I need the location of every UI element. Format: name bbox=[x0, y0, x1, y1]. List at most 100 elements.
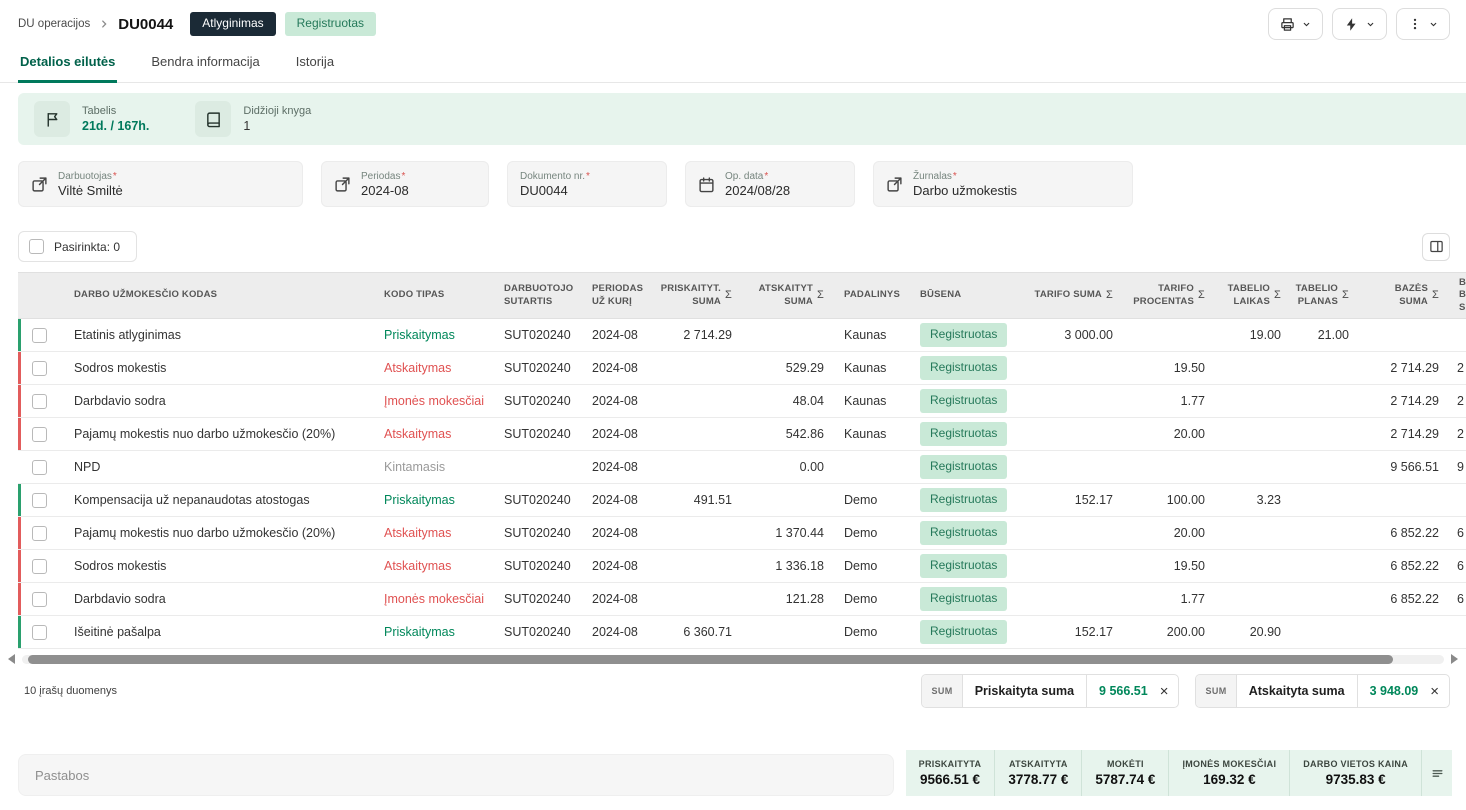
scroll-right-arrow[interactable] bbox=[1451, 654, 1458, 664]
selection-box[interactable]: Pasirinkta: 0 bbox=[18, 231, 137, 262]
scroll-left-arrow[interactable] bbox=[8, 654, 15, 664]
cell-status: Registruotas bbox=[910, 385, 1018, 418]
row-checkbox[interactable] bbox=[32, 427, 47, 442]
more-actions-button[interactable] bbox=[1396, 8, 1450, 40]
tab-istorija[interactable]: Istorija bbox=[294, 44, 336, 83]
row-checkbox[interactable] bbox=[32, 328, 47, 343]
cell-timesheet_time bbox=[1215, 550, 1291, 583]
table-row[interactable]: Kompensacija už nepanaudotas atostogasPr… bbox=[18, 484, 1466, 517]
sum-icon[interactable]: Σ bbox=[817, 288, 824, 302]
scrollbar-track[interactable] bbox=[22, 655, 1444, 664]
sum-icon[interactable]: Σ bbox=[1106, 288, 1113, 302]
column-header-tariff_sum[interactable]: TARIFO SUMAΣ bbox=[1018, 273, 1123, 319]
column-header-timesheet_time[interactable]: TABELIO LAIKASΣ bbox=[1215, 273, 1291, 319]
print-button[interactable] bbox=[1268, 8, 1323, 40]
cell-base_sum: 2 714.29 bbox=[1359, 418, 1449, 451]
sum-icon[interactable]: Σ bbox=[1274, 288, 1281, 302]
cell-timesheet_time bbox=[1215, 517, 1291, 550]
cell-timesheet_time: 20.90 bbox=[1215, 616, 1291, 649]
sum-icon[interactable]: Σ bbox=[1198, 288, 1205, 302]
field-periodas[interactable]: Periodas* 2024-08 bbox=[321, 161, 489, 207]
row-checkbox[interactable] bbox=[32, 394, 47, 409]
column-header-contract[interactable]: DARBUOTOJO SUTARTIS bbox=[494, 273, 582, 319]
total-value: 9735.83 € bbox=[1326, 772, 1386, 787]
total-label: ATSKAITYTA bbox=[1009, 759, 1068, 769]
sum-icon[interactable]: Σ bbox=[1342, 288, 1349, 302]
cell-code: Kompensacija už nepanaudotas atostogas bbox=[64, 484, 374, 517]
sum-icon[interactable]: Σ bbox=[1432, 288, 1439, 302]
row-color-indicator bbox=[18, 550, 21, 582]
table-row[interactable]: Darbdavio sodraĮmonės mokesčiaiSUT020240… bbox=[18, 385, 1466, 418]
sum-chip-atskaityta: SUM Atskaityta suma 3 948.09 × bbox=[1195, 674, 1450, 708]
row-checkbox[interactable] bbox=[32, 559, 47, 574]
breadcrumb-parent[interactable]: DU operacijos bbox=[18, 18, 90, 30]
cell-status: Registruotas bbox=[910, 484, 1018, 517]
ledger-info[interactable]: Didžioji knyga 1 bbox=[195, 101, 311, 137]
field-zurnalas[interactable]: Žurnalas* Darbo užmokestis bbox=[873, 161, 1133, 207]
field-dokumento-nr[interactable]: Dokumento nr.* DU0044 bbox=[507, 161, 667, 207]
table-row[interactable]: Sodros mokestisAtskaitymasSUT0202402024-… bbox=[18, 352, 1466, 385]
close-icon[interactable]: × bbox=[1426, 684, 1449, 699]
open-record-icon[interactable] bbox=[334, 176, 351, 193]
workflow-button[interactable] bbox=[1332, 8, 1387, 40]
row-checkbox[interactable] bbox=[32, 493, 47, 508]
cell-base_sum_2 bbox=[1449, 616, 1466, 649]
column-header-accrued[interactable]: PRISKAITYT. SUMAΣ bbox=[656, 273, 742, 319]
timesheet-info[interactable]: Tabelis 21d. / 167h. bbox=[34, 101, 149, 137]
column-settings-button[interactable] bbox=[1422, 233, 1450, 261]
row-color-indicator bbox=[18, 517, 21, 549]
row-checkbox[interactable] bbox=[32, 526, 47, 541]
open-record-icon[interactable] bbox=[31, 176, 48, 193]
cell-code: Sodros mokestis bbox=[64, 550, 374, 583]
table-row[interactable]: Etatinis atlyginimasPriskaitymasSUT02024… bbox=[18, 319, 1466, 352]
notes-input[interactable] bbox=[33, 767, 879, 784]
column-header-status[interactable]: BŪSENA bbox=[910, 273, 1018, 319]
column-header-base_sum_2[interactable]: BA BR SU bbox=[1449, 273, 1466, 319]
column-header-code[interactable]: DARBO UŽMOKESČIO KODAS bbox=[64, 273, 374, 319]
table-row[interactable]: Išeitinė pašalpaPriskaitymasSUT020240202… bbox=[18, 616, 1466, 649]
cell-base_sum_2: 6 bbox=[1449, 583, 1466, 616]
status-badge: Registruotas bbox=[920, 554, 1007, 577]
cell-contract: SUT020240 bbox=[494, 616, 582, 649]
doc-type-badge: Atlyginimas bbox=[190, 12, 275, 35]
totals-menu-icon[interactable] bbox=[1422, 750, 1452, 796]
table-row[interactable]: Pajamų mokestis nuo darbo užmokesčio (20… bbox=[18, 517, 1466, 550]
cell-timesheet_plan bbox=[1291, 616, 1359, 649]
document-number: DU0044 bbox=[118, 16, 173, 33]
table-row[interactable]: Pajamų mokestis nuo darbo užmokesčio (20… bbox=[18, 418, 1466, 451]
cell-select bbox=[18, 550, 64, 583]
cell-base_sum_2: 2 bbox=[1449, 385, 1466, 418]
notes-box[interactable] bbox=[18, 754, 894, 796]
field-darbuotojas[interactable]: Darbuotojas* Viltė Smiltė bbox=[18, 161, 303, 207]
row-color-indicator bbox=[18, 385, 21, 417]
close-icon[interactable]: × bbox=[1156, 684, 1179, 699]
column-header-department[interactable]: PADALINYS bbox=[834, 273, 910, 319]
sum-icon[interactable]: Σ bbox=[725, 288, 732, 302]
table-row[interactable]: Darbdavio sodraĮmonės mokesčiaiSUT020240… bbox=[18, 583, 1466, 616]
open-record-icon[interactable] bbox=[886, 176, 903, 193]
cell-base_sum: 2 714.29 bbox=[1359, 352, 1449, 385]
row-checkbox[interactable] bbox=[32, 592, 47, 607]
column-header-period[interactable]: PERIODAS UŽ KURĮ bbox=[582, 273, 656, 319]
column-header-type[interactable]: KODO TIPAS bbox=[374, 273, 494, 319]
cell-code: Pajamų mokestis nuo darbo užmokesčio (20… bbox=[64, 517, 374, 550]
field-op-data[interactable]: Op. data* 2024/08/28 bbox=[685, 161, 855, 207]
cell-base_sum_2: 2 bbox=[1449, 418, 1466, 451]
status-badge: Registruotas bbox=[920, 455, 1007, 478]
table-row[interactable]: NPDKintamasis2024-080.00Registruotas9 56… bbox=[18, 451, 1466, 484]
info-value: 21d. / 167h. bbox=[82, 119, 149, 133]
column-header-base_sum[interactable]: BAZĖS SUMAΣ bbox=[1359, 273, 1449, 319]
tab-bendra-informacija[interactable]: Bendra informacija bbox=[149, 44, 261, 83]
cell-timesheet_plan bbox=[1291, 550, 1359, 583]
table-row[interactable]: Sodros mokestisAtskaitymasSUT0202402024-… bbox=[18, 550, 1466, 583]
column-header-deducted[interactable]: ATSKAITYT SUMAΣ bbox=[742, 273, 834, 319]
column-header-tariff_percent[interactable]: TARIFO PROCENTASΣ bbox=[1123, 273, 1215, 319]
row-checkbox[interactable] bbox=[32, 460, 47, 475]
tab-detalios-eilutes[interactable]: Detalios eilutės bbox=[18, 44, 117, 83]
row-checkbox[interactable] bbox=[32, 625, 47, 640]
scrollbar-thumb[interactable] bbox=[28, 655, 1393, 664]
calendar-icon[interactable] bbox=[698, 176, 715, 193]
column-header-timesheet_plan[interactable]: TABELIO PLANASΣ bbox=[1291, 273, 1359, 319]
row-checkbox[interactable] bbox=[32, 361, 47, 376]
select-all-checkbox[interactable] bbox=[29, 239, 44, 254]
